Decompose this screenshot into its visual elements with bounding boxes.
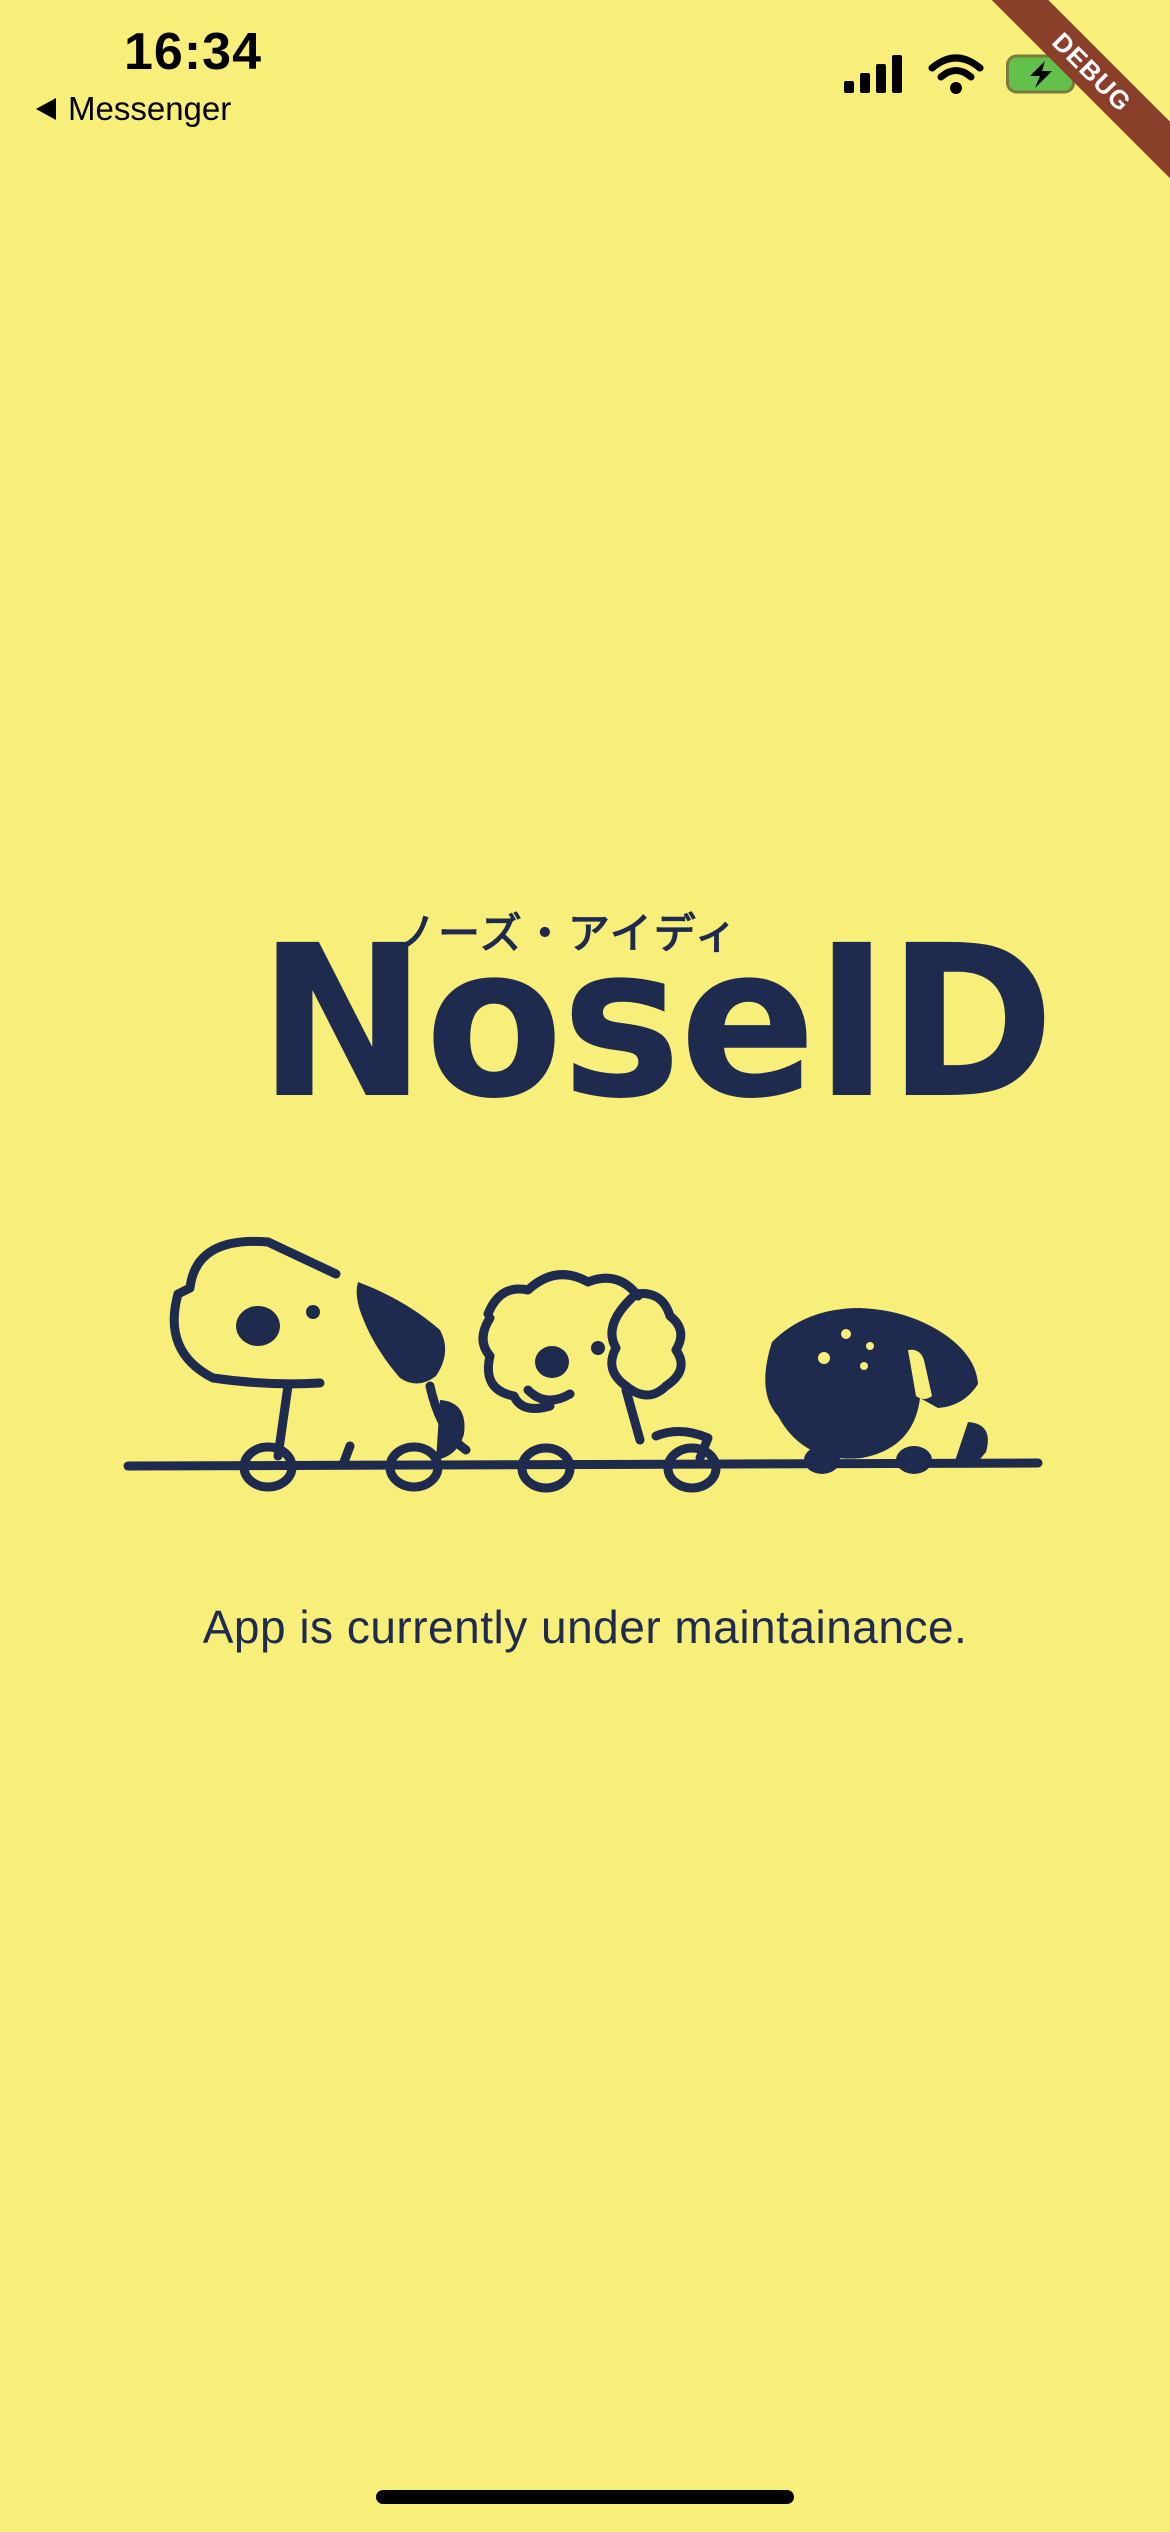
- status-icons: [844, 54, 1082, 94]
- back-to-messenger-button[interactable]: Messenger: [36, 90, 231, 128]
- maintenance-message: App is currently under maintainance.: [202, 1601, 968, 1653]
- status-time: 16:34: [124, 23, 262, 81]
- back-label: Messenger: [68, 90, 232, 127]
- dogs-illustration: [123, 1236, 1043, 1493]
- status-bar: 16:34 Messenger: [0, 0, 1170, 140]
- logo-text: NoseID: [258, 900, 1055, 1145]
- wifi-icon: [928, 54, 984, 94]
- home-indicator[interactable]: [376, 2490, 794, 2504]
- logo: ノーズ・アイディ NoseID: [0, 900, 1170, 1128]
- back-arrow-icon: [36, 98, 56, 120]
- signal-icon: [844, 55, 902, 93]
